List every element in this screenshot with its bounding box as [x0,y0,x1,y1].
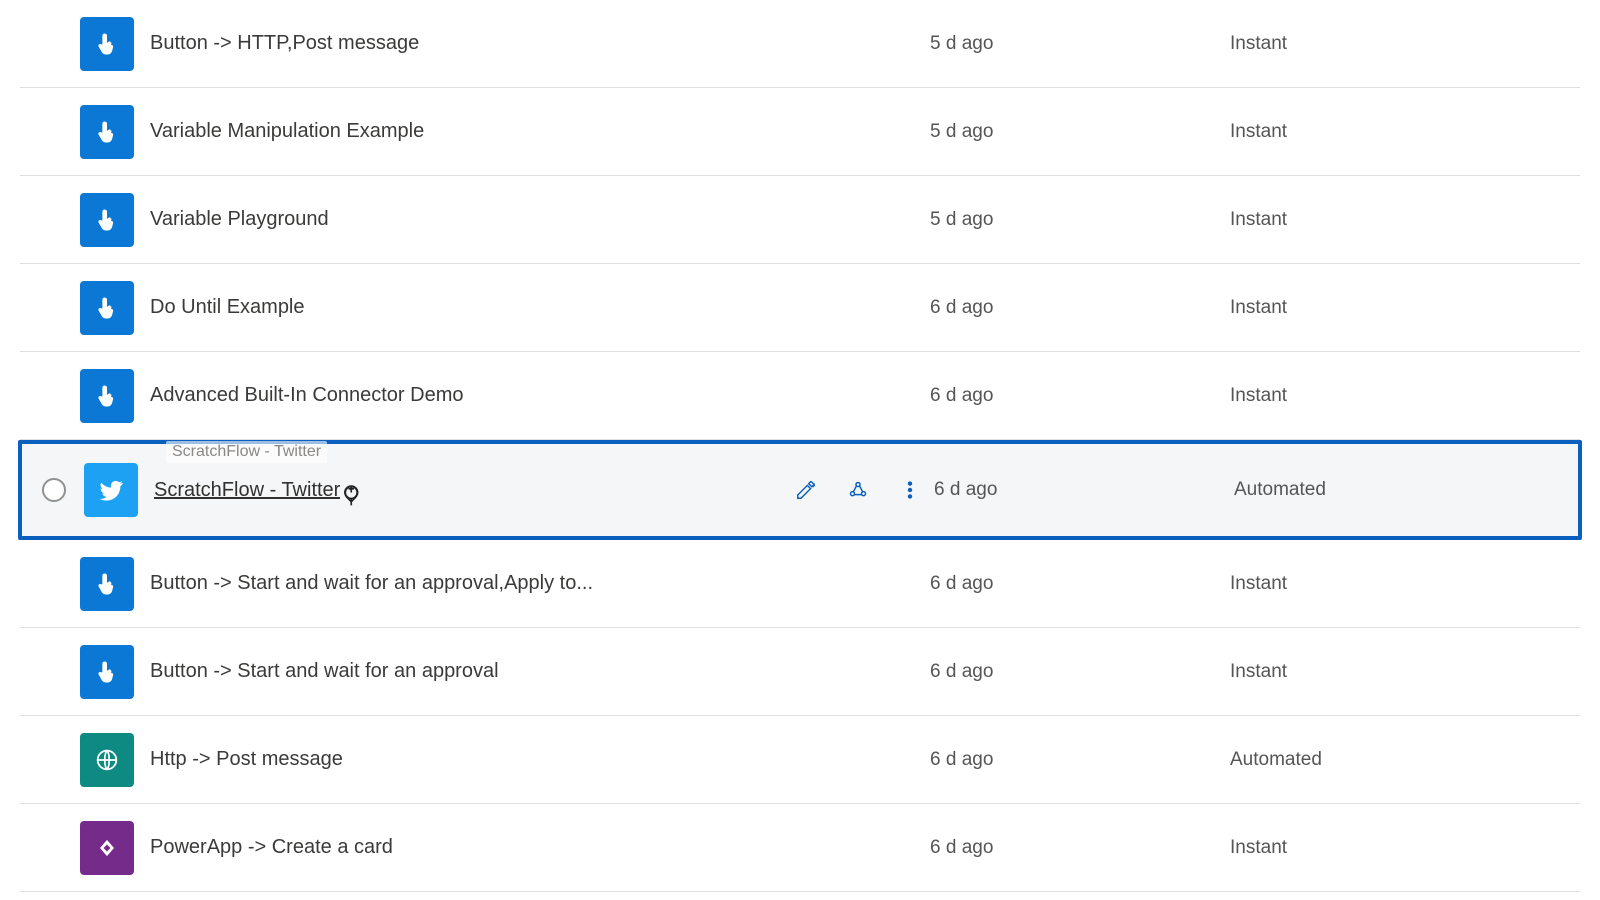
row-select-radio[interactable] [42,478,66,502]
flow-type-label: Automated [1230,749,1580,771]
more-vertical-icon [899,479,921,501]
table-row[interactable]: Variable Manipulation Example 5 d ago In… [20,88,1580,176]
table-row[interactable]: Button -> Start and wait for an approval… [20,628,1580,716]
flow-name-cell[interactable]: Http -> Post message [150,748,790,771]
flow-type-label: Automated [1234,479,1576,501]
flow-name-cell[interactable]: Do Until Example [150,296,790,319]
flow-icon-cell [84,463,154,517]
modified-label: 6 d ago [930,837,1230,859]
twitter-icon [84,463,138,517]
button-trigger-icon [80,105,134,159]
flow-name-label: Do Until Example [150,296,305,319]
flow-name-cell[interactable]: Variable Manipulation Example [150,120,790,143]
share-people-icon [847,479,869,501]
flow-type-label: Instant [1230,385,1580,407]
table-row[interactable]: PowerApp -> Create a card 6 d ago Instan… [20,804,1580,892]
flow-type-label: Instant [1230,661,1580,683]
flow-name-label: ScratchFlow - Twitter [154,479,340,502]
row-actions [794,478,934,502]
pencil-icon [795,479,817,501]
flow-name-label: Advanced Built-In Connector Demo [150,384,464,407]
flow-icon-cell [80,733,150,787]
flow-name-label: Button -> Start and wait for an approval… [150,572,593,595]
flow-icon-cell [80,369,150,423]
flow-icon-cell [80,105,150,159]
flow-icon-cell [80,645,150,699]
button-trigger-icon [80,281,134,335]
flow-list: Button -> HTTP,Post message 5 d ago Inst… [0,0,1600,892]
flow-type-label: Instant [1230,209,1580,231]
table-row[interactable]: Variable Playground 5 d ago Instant [20,176,1580,264]
flow-type-label: Instant [1230,33,1580,55]
flow-name-tooltip: ScratchFlow - Twitter [166,441,327,463]
modified-label: 6 d ago [930,385,1230,407]
powerapps-icon [80,821,134,875]
table-row[interactable]: Button -> HTTP,Post message 5 d ago Inst… [20,0,1580,88]
flow-name-cell[interactable]: Button -> Start and wait for an approval [150,660,790,683]
table-row[interactable]: Do Until Example 6 d ago Instant [20,264,1580,352]
modified-label: 5 d ago [930,209,1230,231]
flow-type-label: Instant [1230,837,1580,859]
button-trigger-icon [80,557,134,611]
modified-label: 6 d ago [930,573,1230,595]
table-row[interactable]: Button -> Start and wait for an approval… [20,540,1580,628]
flow-name-label: Button -> Start and wait for an approval [150,660,499,683]
flow-name-cell[interactable]: Button -> HTTP,Post message [150,32,790,55]
row-select-cell[interactable] [24,478,84,502]
flow-name-cell[interactable]: Advanced Built-In Connector Demo [150,384,790,407]
button-trigger-icon [80,369,134,423]
more-actions-button[interactable] [898,478,922,502]
flow-name-label: Button -> HTTP,Post message [150,32,419,55]
flow-icon-cell [80,557,150,611]
flow-icon-cell [80,281,150,335]
modified-label: 6 d ago [934,479,1234,501]
button-trigger-icon [80,17,134,71]
flow-icon-cell [80,17,150,71]
modified-label: 5 d ago [930,33,1230,55]
button-trigger-icon [80,193,134,247]
flow-name-cell[interactable]: PowerApp -> Create a card [150,836,790,859]
flow-name-label: Variable Manipulation Example [150,120,424,143]
modified-label: 6 d ago [930,297,1230,319]
flow-name-cell[interactable]: Button -> Start and wait for an approval… [150,572,790,595]
flow-type-label: Instant [1230,297,1580,319]
flow-name-cell[interactable]: Variable Playground [150,208,790,231]
table-row-selected[interactable]: ScratchFlow - Twitter ScratchFlow - Twit… [18,440,1582,540]
flow-name-label: Variable Playground [150,208,329,231]
flow-icon-cell [80,821,150,875]
button-trigger-icon [80,645,134,699]
modified-label: 6 d ago [930,661,1230,683]
table-row[interactable]: Advanced Built-In Connector Demo 6 d ago… [20,352,1580,440]
modified-label: 5 d ago [930,121,1230,143]
share-button[interactable] [846,478,870,502]
modified-label: 6 d ago [930,749,1230,771]
table-row[interactable]: Http -> Post message 6 d ago Automated [20,716,1580,804]
http-icon [80,733,134,787]
flow-name-label: PowerApp -> Create a card [150,836,393,859]
flow-name-label: Http -> Post message [150,748,343,771]
flow-name-cell[interactable]: ScratchFlow - Twitter ScratchFlow - Twit… [154,479,794,502]
flow-type-label: Instant [1230,121,1580,143]
edit-button[interactable] [794,478,818,502]
flow-type-label: Instant [1230,573,1580,595]
flow-icon-cell [80,193,150,247]
